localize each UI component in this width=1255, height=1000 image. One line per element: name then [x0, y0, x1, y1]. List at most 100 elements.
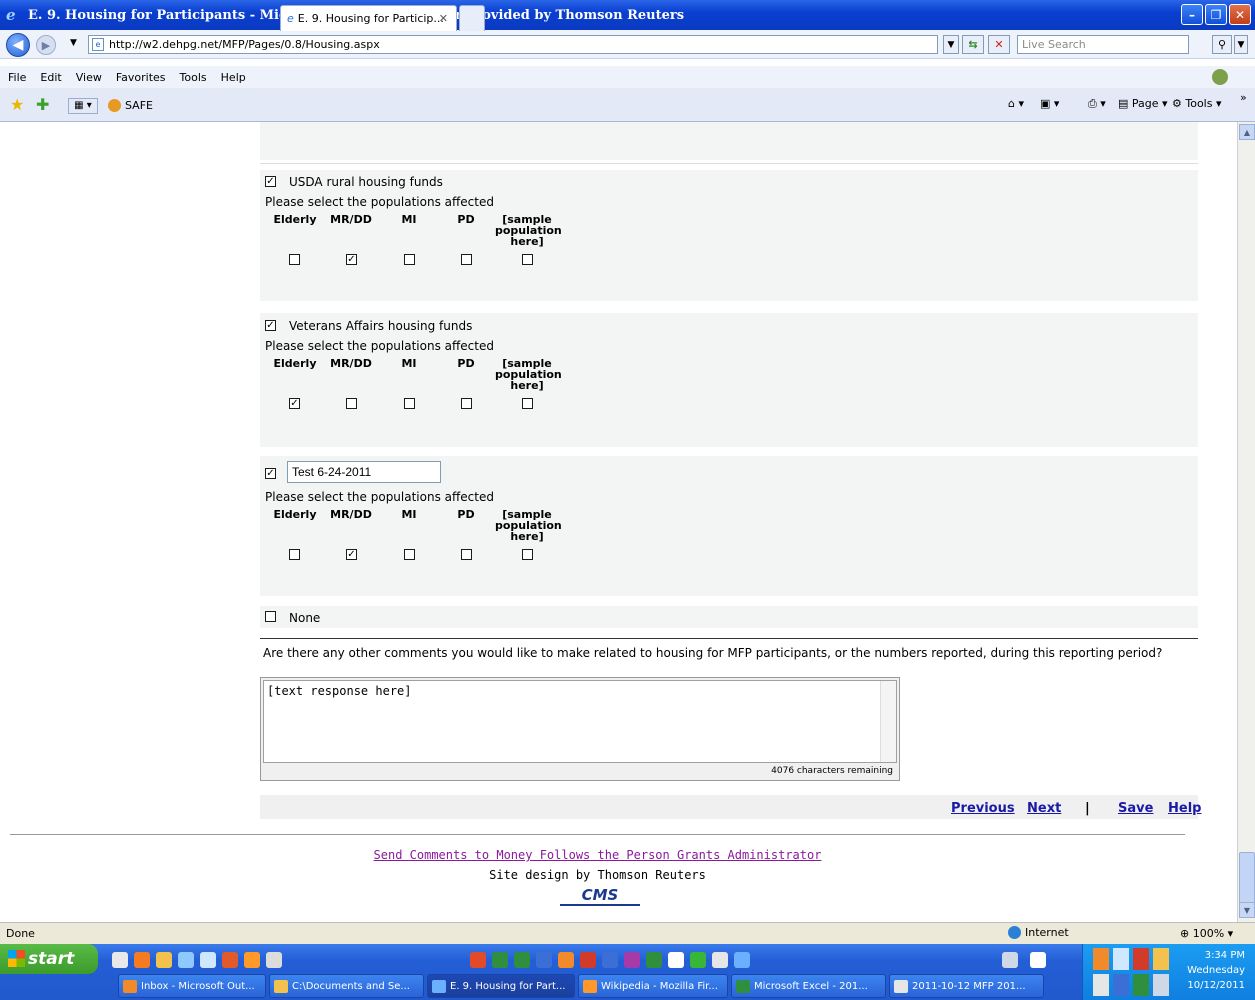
tray-icon[interactable]	[1133, 974, 1149, 996]
home-icon[interactable]: ⌂ ▾	[1008, 97, 1024, 110]
none-checkbox[interactable]	[265, 611, 276, 622]
address-dropdown-icon[interactable]: ▼	[943, 35, 959, 54]
page-scrollbar[interactable]: ▲ ▼	[1237, 122, 1255, 922]
quicklaunch-icon[interactable]	[200, 952, 216, 968]
quicklaunch-icon[interactable]	[690, 952, 706, 968]
page-menu[interactable]: ▤ Page ▾	[1118, 97, 1168, 110]
pop-checkbox-pd[interactable]	[461, 254, 472, 265]
menu-view[interactable]: View	[76, 71, 102, 84]
quicklaunch-icon[interactable]	[178, 952, 194, 968]
toolbar-extension-icon[interactable]	[1212, 69, 1228, 85]
quicklaunch-icon[interactable]	[1002, 952, 1018, 968]
quicklaunch-icon[interactable]	[134, 952, 150, 968]
pop-checkbox-sample[interactable]	[522, 254, 533, 265]
textarea-scrollbar[interactable]	[880, 681, 896, 762]
quicklaunch-icon[interactable]	[112, 952, 128, 968]
quicklaunch-icon[interactable]	[266, 952, 282, 968]
pop-checkbox-elderly[interactable]	[289, 254, 300, 265]
close-tab-icon[interactable]: ✕	[439, 12, 448, 25]
pop-checkbox-mrdd[interactable]	[346, 398, 357, 409]
quicklaunch-icon[interactable]	[734, 952, 750, 968]
taskbar-item-ie[interactable]: E. 9. Housing for Part...	[427, 974, 575, 998]
next-link[interactable]: Next	[1027, 801, 1061, 816]
pop-checkbox-elderly[interactable]: ✓	[289, 398, 300, 409]
favorite-safe-link[interactable]: SAFE	[108, 99, 153, 112]
close-button[interactable]: ✕	[1229, 4, 1251, 25]
quicklaunch-icon[interactable]	[646, 952, 662, 968]
quicklaunch-icon[interactable]	[668, 952, 684, 968]
help-link[interactable]: Help	[1168, 801, 1201, 816]
history-dropdown-icon[interactable]: ▼	[70, 38, 77, 48]
custom-source-input[interactable]	[287, 461, 441, 483]
quicklaunch-icon[interactable]	[624, 952, 640, 968]
quicklaunch-icon[interactable]	[514, 952, 530, 968]
quicklaunch-icon[interactable]	[536, 952, 552, 968]
comment-textarea[interactable]: [text response here]	[263, 680, 897, 763]
menu-file[interactable]: File	[8, 71, 26, 84]
source-checkbox-va[interactable]: ✓	[265, 320, 276, 331]
tray-icon[interactable]	[1153, 948, 1169, 970]
pop-checkbox-pd[interactable]	[461, 549, 472, 560]
pop-checkbox-mi[interactable]	[404, 254, 415, 265]
search-icon[interactable]: ⚲	[1212, 35, 1232, 54]
send-comments-link[interactable]: Send Comments to Money Follows the Perso…	[374, 848, 822, 862]
quicklaunch-icon[interactable]	[712, 952, 728, 968]
refresh-icon[interactable]: ⇆	[962, 35, 984, 54]
tools-menu[interactable]: ⚙ Tools ▾	[1172, 97, 1222, 110]
quicklaunch-icon[interactable]	[580, 952, 596, 968]
start-button[interactable]: start	[0, 944, 98, 974]
pop-checkbox-pd[interactable]	[461, 398, 472, 409]
quicklaunch-icon[interactable]	[156, 952, 172, 968]
menu-edit[interactable]: Edit	[40, 71, 61, 84]
new-tab-button[interactable]	[459, 5, 485, 31]
add-favorites-icon[interactable]: ✚	[36, 95, 49, 114]
search-options-icon[interactable]: ▼	[1234, 35, 1248, 54]
quicklaunch-icon[interactable]	[222, 952, 238, 968]
source-checkbox-usda[interactable]: ✓	[265, 176, 276, 187]
more-commands-icon[interactable]: »	[1240, 91, 1247, 104]
scroll-down-icon[interactable]: ▼	[1239, 902, 1255, 918]
tray-icon[interactable]	[1093, 974, 1109, 996]
tray-icon[interactable]	[1113, 948, 1129, 970]
quicklaunch-icon[interactable]	[558, 952, 574, 968]
menu-tools[interactable]: Tools	[180, 71, 207, 84]
forward-button[interactable]: ▶	[36, 35, 56, 55]
taskbar-item-firefox[interactable]: Wikipedia - Mozilla Fir...	[578, 974, 728, 998]
back-button[interactable]: ◀	[6, 33, 30, 57]
pop-checkbox-sample[interactable]	[522, 398, 533, 409]
pop-checkbox-mi[interactable]	[404, 549, 415, 560]
tab-housing[interactable]: e E. 9. Housing for Particip... ✕	[280, 5, 457, 31]
zoom-level[interactable]: ⊕ 100% ▾	[1180, 927, 1233, 940]
scroll-up-icon[interactable]: ▲	[1239, 124, 1255, 140]
quicklaunch-icon[interactable]	[1030, 952, 1046, 968]
menu-favorites[interactable]: Favorites	[116, 71, 166, 84]
taskbar-item-outlook[interactable]: Inbox - Microsoft Out...	[118, 974, 266, 998]
menu-help[interactable]: Help	[221, 71, 246, 84]
stop-icon[interactable]: ✕	[988, 35, 1010, 54]
source-checkbox-custom[interactable]: ✓	[265, 468, 276, 479]
feeds-icon[interactable]: ▣ ▾	[1040, 97, 1059, 110]
address-input[interactable]: e http://w2.dehpg.net/MFP/Pages/0.8/Hous…	[88, 35, 938, 54]
tray-icon[interactable]	[1093, 948, 1109, 970]
pop-checkbox-sample[interactable]	[522, 549, 533, 560]
taskbar-item-explorer[interactable]: C:\Documents and Se...	[269, 974, 424, 998]
taskbar-item-doc[interactable]: 2011-10-12 MFP 201...	[889, 974, 1044, 998]
quick-tabs-icon[interactable]: ▦ ▾	[68, 98, 98, 114]
quicklaunch-icon[interactable]	[244, 952, 260, 968]
quicklaunch-icon[interactable]	[602, 952, 618, 968]
favorites-star-icon[interactable]: ★	[10, 95, 24, 114]
tray-icon[interactable]	[1153, 974, 1169, 996]
pop-checkbox-mrdd[interactable]: ✓	[346, 254, 357, 265]
pop-checkbox-mrdd[interactable]: ✓	[346, 549, 357, 560]
taskbar-item-excel[interactable]: Microsoft Excel - 201...	[731, 974, 886, 998]
quicklaunch-icon[interactable]	[470, 952, 486, 968]
save-link[interactable]: Save	[1118, 801, 1153, 816]
tray-icon[interactable]	[1113, 974, 1129, 996]
quicklaunch-icon[interactable]	[492, 952, 508, 968]
search-input[interactable]: Live Search	[1017, 35, 1189, 54]
pop-checkbox-mi[interactable]	[404, 398, 415, 409]
maximize-button[interactable]: ❐	[1205, 4, 1227, 25]
print-icon[interactable]: ⎙ ▾	[1088, 97, 1106, 111]
tray-icon[interactable]	[1133, 948, 1149, 970]
previous-link[interactable]: Previous	[951, 801, 1015, 816]
